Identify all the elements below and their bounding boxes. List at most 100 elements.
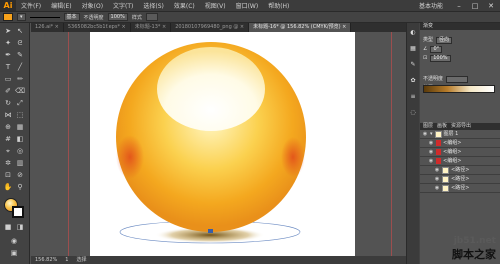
gradient-slider[interactable]: [423, 85, 495, 93]
fill-color-swatch[interactable]: [3, 13, 13, 21]
artboard-tool-icon[interactable]: ⊡: [3, 171, 13, 180]
stroke-swatch[interactable]: [12, 206, 24, 218]
minimize-button[interactable]: –: [454, 2, 464, 10]
menu-type[interactable]: 文字(T): [108, 1, 138, 10]
menu-effect[interactable]: 效果(C): [169, 1, 200, 10]
selection-tool-icon[interactable]: ➤: [3, 27, 13, 36]
zoom-level[interactable]: 156.82%: [35, 256, 57, 264]
stroke-style-dropdown[interactable]: 基本: [63, 13, 80, 21]
menu-window[interactable]: 窗口(W): [231, 1, 264, 10]
sphere-artwork[interactable]: [90, 32, 355, 256]
tools-panel: ➤ ↖ ✦ ᘓ ✒ ✎ T ╱ ▭ ✏ ✐ ⌫ ↻ ⤢ ⋈ ⬚ ⊕ ▦ # ◧ …: [0, 23, 30, 264]
style-label: 样式: [131, 14, 142, 21]
left-glow: [116, 135, 144, 179]
eraser-tool-icon[interactable]: ⌫: [15, 87, 25, 96]
magic-wand-icon[interactable]: ✦: [3, 39, 13, 48]
visibility-eye-icon[interactable]: ◉: [434, 175, 440, 184]
maximize-button[interactable]: □: [470, 2, 480, 10]
color-panel-icon[interactable]: ◐: [409, 29, 417, 37]
layer-thumbnail: [442, 184, 449, 192]
layer-thumbnail: [434, 130, 442, 138]
gradient-type-row: 类型 径向: [420, 36, 500, 45]
menu-select[interactable]: 选择(S): [138, 1, 169, 10]
tab-126-ai[interactable]: 126.ai* ×: [31, 23, 64, 32]
close-button[interactable]: ✕: [486, 2, 496, 10]
right-glow: [281, 137, 305, 177]
shape-builder-tool-icon[interactable]: ⊕: [3, 123, 13, 132]
sphere-highlight[interactable]: [157, 47, 265, 131]
style-dropdown[interactable]: [145, 13, 158, 21]
gradient-angle-field[interactable]: 0°: [430, 46, 443, 53]
menu-help[interactable]: 帮助(H): [263, 1, 294, 10]
gradient-tool-icon[interactable]: ◧: [15, 135, 25, 144]
rotate-tool-icon[interactable]: ↻: [3, 99, 13, 108]
canvas[interactable]: [31, 32, 406, 256]
transparency-panel-icon[interactable]: ◌: [409, 109, 417, 117]
opacity-field[interactable]: [446, 76, 469, 83]
visibility-eye-icon[interactable]: ◉: [428, 139, 434, 148]
direct-selection-tool-icon[interactable]: ↖: [15, 27, 25, 36]
column-graph-tool-icon[interactable]: ▥: [15, 159, 25, 168]
scale-tool-icon[interactable]: ⤢: [15, 99, 25, 108]
visibility-eye-icon[interactable]: ◉: [428, 148, 434, 157]
screen-mode-icon[interactable]: ▣: [9, 249, 19, 258]
tab-untitled-16[interactable]: 未标题-16* @ 156.82% (CMYK/预览) ×: [249, 23, 352, 32]
expand-arrow-icon[interactable]: ▾: [430, 130, 433, 139]
type-tool-icon[interactable]: T: [3, 63, 13, 72]
lasso-tool-icon[interactable]: ᘓ: [15, 39, 25, 48]
anchor-point[interactable]: [208, 229, 213, 233]
layer-name[interactable]: <路径>: [451, 184, 469, 193]
layer-name[interactable]: <编组>: [443, 157, 461, 166]
brush-tool-icon[interactable]: ✏: [15, 75, 25, 84]
page-number[interactable]: 1: [65, 256, 68, 264]
symbols-panel-icon[interactable]: ✿: [409, 77, 417, 85]
perspective-grid-tool-icon[interactable]: ▦: [15, 123, 25, 132]
curvature-tool-icon[interactable]: ✎: [15, 51, 25, 60]
tab-untitled-13[interactable]: 未标题-13* ×: [131, 23, 172, 32]
layer-name[interactable]: 图层 1: [444, 130, 459, 139]
menu-edit[interactable]: 编辑(E): [46, 1, 76, 10]
symbol-sprayer-tool-icon[interactable]: ✲: [3, 159, 13, 168]
visibility-eye-icon[interactable]: ◉: [428, 157, 434, 166]
visibility-eye-icon[interactable]: ◉: [422, 130, 428, 139]
shaper-tool-icon[interactable]: ✐: [3, 87, 13, 96]
opacity-label: 不透明度: [83, 14, 104, 21]
artboard[interactable]: [90, 32, 355, 256]
layer-name[interactable]: <编组>: [443, 139, 461, 148]
gradient-ratio-field[interactable]: 100%: [430, 55, 451, 62]
slice-tool-icon[interactable]: ⊘: [15, 171, 25, 180]
zoom-tool-icon[interactable]: ⚲: [15, 183, 25, 192]
document-tabs: 126.ai* × 5365082bc5b1f.eps* × 未标题-13* ×…: [31, 23, 406, 32]
menu-view[interactable]: 视图(V): [200, 1, 231, 10]
gradient-type-dropdown[interactable]: 径向: [436, 37, 453, 44]
layer-name[interactable]: <路径>: [451, 175, 469, 184]
gradient-mode-icon[interactable]: ◨: [15, 223, 25, 232]
tab-png[interactable]: 20180107969480_png @ ×: [171, 23, 250, 32]
mesh-tool-icon[interactable]: #: [3, 135, 13, 144]
menu-object[interactable]: 对象(O): [77, 1, 108, 10]
color-mode-icon[interactable]: ■: [3, 223, 13, 232]
gradient-tab[interactable]: 渐变: [423, 23, 433, 30]
visibility-eye-icon[interactable]: ◉: [434, 166, 440, 175]
line-tool-icon[interactable]: ╱: [15, 63, 25, 72]
hand-tool-icon[interactable]: ✋: [3, 183, 13, 192]
opacity-field[interactable]: 100%: [107, 13, 128, 21]
free-transform-tool-icon[interactable]: ⬚: [15, 111, 25, 120]
workspace-switcher[interactable]: 基本功能: [414, 1, 448, 10]
swatches-panel-icon[interactable]: ▦: [409, 45, 417, 53]
tab-eps[interactable]: 5365082bc5b1f.eps* ×: [64, 23, 131, 32]
draw-mode-icon[interactable]: ◉: [9, 237, 19, 246]
pen-tool-icon[interactable]: ✒: [3, 51, 13, 60]
stroke-dropdown[interactable]: ▾: [17, 13, 26, 21]
width-tool-icon[interactable]: ⋈: [3, 111, 13, 120]
eyedropper-tool-icon[interactable]: ⌖: [3, 147, 13, 156]
blend-tool-icon[interactable]: ◎: [15, 147, 25, 156]
visibility-eye-icon[interactable]: ◉: [434, 184, 440, 193]
menu-file[interactable]: 文件(F): [16, 1, 46, 10]
stroke-panel-icon[interactable]: ≡: [409, 93, 417, 101]
brushes-panel-icon[interactable]: ✎: [409, 61, 417, 69]
layer-row[interactable]: ◉ <路径>: [420, 184, 500, 193]
layer-name[interactable]: <编组>: [443, 148, 461, 157]
rectangle-tool-icon[interactable]: ▭: [3, 75, 13, 84]
layer-name[interactable]: <路径>: [451, 166, 469, 175]
